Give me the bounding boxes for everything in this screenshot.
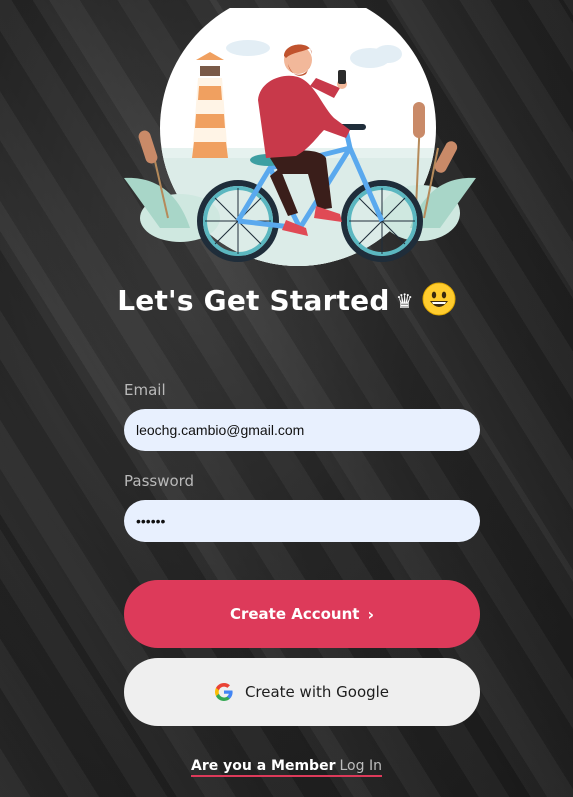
password-label: Password: [124, 472, 195, 490]
create-with-google-label: Create with Google: [244, 683, 390, 701]
email-label: Email: [124, 381, 166, 399]
member-login-underline: Are you a Member Log In: [191, 758, 382, 777]
crown-icon: ♛: [395, 289, 414, 313]
member-question: Are you a Member: [191, 758, 336, 774]
member-login-prompt: Are you a Member Log In: [0, 758, 573, 777]
create-with-google-button[interactable]: Create with Google: [124, 658, 480, 726]
email-field[interactable]: [124, 409, 480, 451]
chevron-right-icon: ›: [367, 604, 375, 624]
page-title: Let's Get Started ♛: [0, 282, 573, 323]
page-title-text: Let's Get Started: [117, 284, 390, 317]
create-account-label: Create Account: [229, 605, 360, 623]
create-account-button[interactable]: Create Account ›: [124, 580, 480, 648]
cyclist-illustration: [124, 8, 476, 266]
login-link[interactable]: Log In: [339, 758, 381, 774]
smiley-emoji-icon: [422, 282, 456, 323]
password-field[interactable]: [124, 500, 480, 542]
google-icon: [214, 683, 233, 701]
